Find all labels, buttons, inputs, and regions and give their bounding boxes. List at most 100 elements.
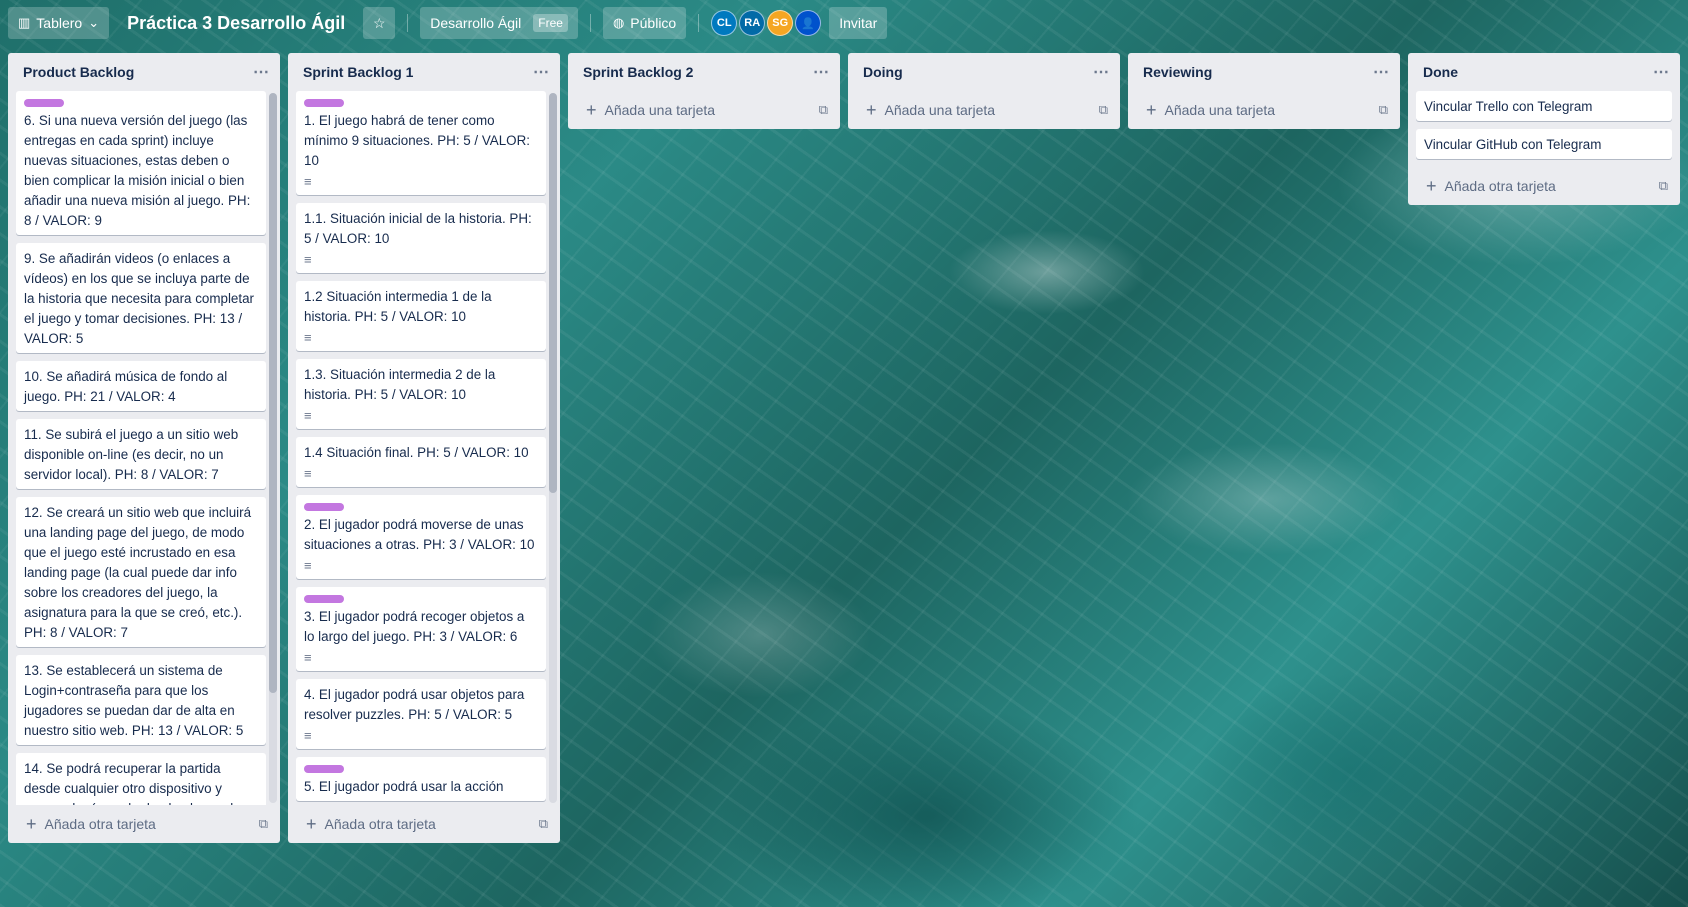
card-list: 6. Si una nueva versión del juego (las e… [8,91,280,805]
template-icon[interactable]: ⧉ [1659,178,1668,194]
list-title[interactable]: Done [1423,64,1458,80]
card-title: 1.3. Situación intermedia 2 de la histor… [304,367,496,402]
list-menu-icon[interactable]: ⋯ [1653,62,1670,82]
card[interactable]: Vincular GitHub con Telegram [1416,129,1672,159]
card[interactable]: 6. Si una nueva versión del juego (las e… [16,91,266,235]
add-card-button[interactable]: + Añada otra tarjeta ⧉ [1408,167,1680,205]
card-title: Vincular GitHub con Telegram [1424,137,1602,152]
workspace-button[interactable]: Desarrollo Ágil Free [420,7,578,39]
list-title[interactable]: Reviewing [1143,64,1212,80]
add-card-label: Añada otra tarjeta [44,816,156,832]
globe-icon: ◍ [612,15,625,30]
description-icon: ≡ [304,252,312,267]
description-icon: ≡ [304,466,312,481]
card[interactable]: 1.2 Situación intermedia 1 de la histori… [296,281,546,351]
member-avatar[interactable]: RA [739,10,766,36]
header-divider [589,14,591,32]
description-icon: ≡ [304,650,312,665]
card-label[interactable] [304,99,344,107]
star-board-button[interactable]: ☆ [363,7,396,39]
card[interactable]: 13. Se establecerá un sistema de Login+c… [16,655,266,745]
card[interactable]: 10. Se añadirá música de fondo al juego.… [16,361,266,411]
list-menu-icon[interactable]: ⋯ [253,62,270,82]
list-title[interactable]: Doing [863,64,903,80]
member-avatar[interactable]: SG [767,10,794,36]
add-card-button[interactable]: + Añada una tarjeta ⧉ [1128,91,1400,129]
card-label[interactable] [24,99,64,107]
card[interactable]: 12. Se creará un sitio web que incluirá … [16,497,266,647]
card[interactable]: 1. El juego habrá de tener como mínimo 9… [296,91,546,195]
card-title: 4. El jugador podrá usar objetos para re… [304,687,525,722]
card[interactable]: 1.1. Situación inicial de la historia. P… [296,203,546,273]
card[interactable]: 4. El jugador podrá usar objetos para re… [296,679,546,749]
card[interactable]: 14. Se podrá recuperar la partida desde … [16,753,266,805]
list-sprint-backlog-1: Sprint Backlog 1 ⋯ 1. El juego habrá de te… [288,53,560,843]
template-icon[interactable]: ⧉ [819,102,828,118]
board-view-icon: ▥ [18,15,31,30]
board-view-switcher[interactable]: ▥ Tablero ⌄ [8,7,110,39]
list-menu-icon[interactable]: ⋯ [1373,62,1390,82]
add-card-button[interactable]: + Añada una tarjeta ⧉ [848,91,1120,129]
card-label[interactable] [304,503,344,511]
list-menu-icon[interactable]: ⋯ [1093,62,1110,82]
list-title[interactable]: Sprint Backlog 2 [583,64,693,80]
template-icon[interactable]: ⧉ [1379,102,1388,118]
card[interactable]: 9. Se añadirán videos (o enlaces a vídeo… [16,243,266,353]
plus-icon: + [306,813,317,834]
visibility-button[interactable]: ◍ Público [602,7,687,39]
invite-label: Invitar [839,15,878,31]
card-label[interactable] [304,595,344,603]
card[interactable]: 3. El jugador podrá recoger objetos a lo… [296,587,546,671]
card-title: 3. El jugador podrá recoger objetos a lo… [304,609,525,644]
card-title: 1. El juego habrá de tener como mínimo 9… [304,113,530,168]
card[interactable]: 11. Se subirá el juego a un sitio web di… [16,419,266,489]
list-header[interactable]: Done ⋯ [1408,53,1680,91]
list-header[interactable]: Sprint Backlog 1 ⋯ [288,53,560,91]
add-card-label: Añada otra tarjeta [324,816,436,832]
add-card-left: + Añada una tarjeta [866,100,995,121]
list-header[interactable]: Product Backlog ⋯ [8,53,280,91]
card-title: 12. Se creará un sitio web que incluirá … [24,505,252,640]
list-title[interactable]: Sprint Backlog 1 [303,64,413,80]
board-title[interactable]: Práctica 3 Desarrollo Ágil [117,7,355,39]
member-avatar[interactable]: CL [711,10,738,36]
card[interactable]: 1.3. Situación intermedia 2 de la histor… [296,359,546,429]
card-title: 1.4 Situación final. PH: 5 / VALOR: 10 [304,445,529,460]
add-card-button[interactable]: + Añada otra tarjeta ⧉ [288,805,560,843]
invite-button[interactable]: Invitar [829,7,888,39]
add-card-label: Añada una tarjeta [604,102,716,118]
list-scrollbar[interactable] [549,93,557,803]
list-title[interactable]: Product Backlog [23,64,134,80]
card[interactable]: 5. El jugador podrá usar la acción [296,757,546,801]
list-menu-icon[interactable]: ⋯ [533,62,550,82]
template-icon[interactable]: ⧉ [539,816,548,832]
scrollbar-thumb[interactable] [269,93,277,693]
card[interactable]: 2. El jugador podrá moverse de unas situ… [296,495,546,579]
card-label[interactable] [304,765,344,773]
list-header[interactable]: Doing ⋯ [848,53,1120,91]
card-title: 10. Se añadirá música de fondo al juego.… [24,369,228,404]
scrollbar-thumb[interactable] [549,93,557,493]
add-card-left: + Añada una tarjeta [1146,100,1275,121]
list-reviewing: Reviewing ⋯ + Añada una tarjeta ⧉ [1128,53,1400,129]
plus-icon: + [1146,99,1157,120]
card-title: 11. Se subirá el juego a un sitio web di… [24,427,239,482]
card[interactable]: 1.4 Situación final. PH: 5 / VALOR: 10 ≡ [296,437,546,487]
add-card-button[interactable]: + Añada otra tarjeta ⧉ [8,805,280,843]
list-header[interactable]: Sprint Backlog 2 ⋯ [568,53,840,91]
card-title: 9. Se añadirán videos (o enlaces a vídeo… [24,251,255,346]
plus-icon: + [586,99,597,120]
list-header[interactable]: Reviewing ⋯ [1128,53,1400,91]
list-scrollbar[interactable] [269,93,277,803]
plus-icon: + [866,99,877,120]
card[interactable]: Vincular Trello con Telegram [1416,91,1672,121]
add-card-button[interactable]: + Añada una tarjeta ⧉ [568,91,840,129]
list-product-backlog: Product Backlog ⋯ 6. Si una nueva versión … [8,53,280,843]
card-title: Vincular Trello con Telegram [1424,99,1593,114]
description-icon: ≡ [304,174,312,189]
user-icon[interactable]: 👤 [795,10,822,36]
plan-badge: Free [533,14,568,32]
template-icon[interactable]: ⧉ [1099,102,1108,118]
list-menu-icon[interactable]: ⋯ [813,62,830,82]
template-icon[interactable]: ⧉ [259,816,268,832]
